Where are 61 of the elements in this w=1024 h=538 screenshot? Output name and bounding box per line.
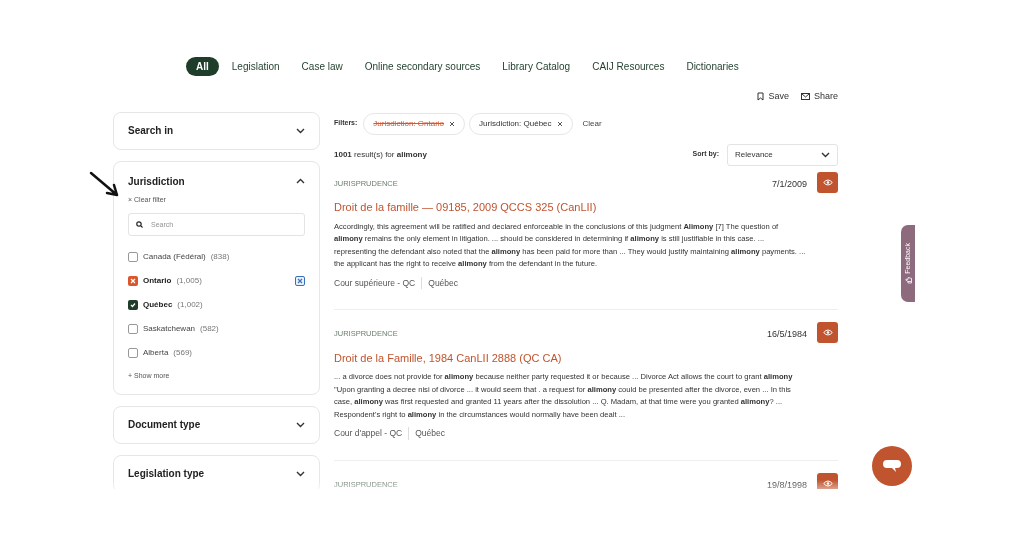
category-tab[interactable]: Online secondary sources <box>355 57 490 76</box>
category-tab[interactable]: All <box>186 57 219 76</box>
eye-icon <box>822 480 833 487</box>
option-label: Québec <box>143 299 173 311</box>
option-count: (1,005) <box>176 275 202 287</box>
option-label: Canada (Fédéral) <box>143 251 206 263</box>
eye-icon <box>822 178 833 186</box>
checkbox[interactable] <box>128 276 138 286</box>
bookmark-icon <box>757 92 765 102</box>
option-count: (1,002) <box>177 299 203 311</box>
section-toggle[interactable]: Legislation type <box>128 466 305 481</box>
clear-link[interactable]: Clear <box>582 117 602 130</box>
option-label: Alberta <box>143 347 169 359</box>
section-toggle[interactable]: Search in <box>128 123 305 138</box>
close-icon <box>556 120 563 127</box>
chevron-icon <box>296 421 305 428</box>
chevron-icon <box>821 151 830 158</box>
category-tab[interactable]: Dictionaries <box>677 57 748 76</box>
court-name: Cour supérieure - QC <box>334 276 423 290</box>
result-date: 7/1/2009 <box>771 177 807 191</box>
preview-button[interactable] <box>817 322 838 344</box>
checkbox[interactable] <box>128 252 138 262</box>
annotation-arrow <box>89 171 121 199</box>
exclude-button[interactable] <box>295 276 305 286</box>
category-tab[interactable]: Case law <box>292 57 352 76</box>
eye-icon <box>822 329 833 337</box>
court-name: Cour d'appel - QC <box>334 427 410 440</box>
category-tab[interactable]: CAIJ Resources <box>583 57 674 76</box>
category-tab[interactable]: Library Catalog <box>493 57 580 76</box>
preview-button[interactable] <box>817 473 838 489</box>
result-date: 19/8/1998 <box>766 479 807 489</box>
sort-dropdown[interactable]: Relevance <box>727 143 838 166</box>
chevron-icon <box>296 127 305 134</box>
checkbox[interactable] <box>128 300 138 310</box>
jurisdiction-name: Québec <box>427 276 459 290</box>
option-label: Ontario <box>143 275 172 287</box>
search-icon <box>136 221 143 228</box>
chevron-icon <box>296 178 305 184</box>
close-icon <box>449 120 456 127</box>
option-count: (838) <box>210 251 230 263</box>
share-button[interactable]: Share <box>800 90 838 104</box>
chat-bubble-icon <box>883 459 901 473</box>
envelope-icon <box>800 93 810 101</box>
result-date: 16/5/1984 <box>766 328 807 342</box>
option-count: (582) <box>200 323 219 335</box>
option-label: Saskatchewan <box>143 323 196 335</box>
results-count: 1001 result(s) for alimony <box>334 148 427 161</box>
save-button[interactable]: Save <box>757 90 789 104</box>
chevron-icon <box>296 470 305 477</box>
result-title-link[interactable]: Droit de la famille — 09185, 2009 QCCS 325 (CanLII) <box>334 199 807 216</box>
option-count: (569) <box>173 347 193 359</box>
chat-button[interactable] <box>872 446 912 486</box>
preview-button[interactable] <box>817 171 838 193</box>
section-toggle[interactable]: Jurisdiction <box>128 173 305 189</box>
checkbox[interactable] <box>128 324 138 334</box>
category-tab[interactable]: Legislation <box>222 57 289 76</box>
checkbox[interactable] <box>128 348 138 358</box>
jurisdiction-name: Québec <box>414 427 446 440</box>
section-toggle[interactable]: Document type <box>128 417 305 432</box>
result-title-link[interactable]: Droit de la Famille, 1984 CanLII 2888 (QC CA) <box>334 349 807 367</box>
thumbs-up-icon <box>904 276 912 284</box>
